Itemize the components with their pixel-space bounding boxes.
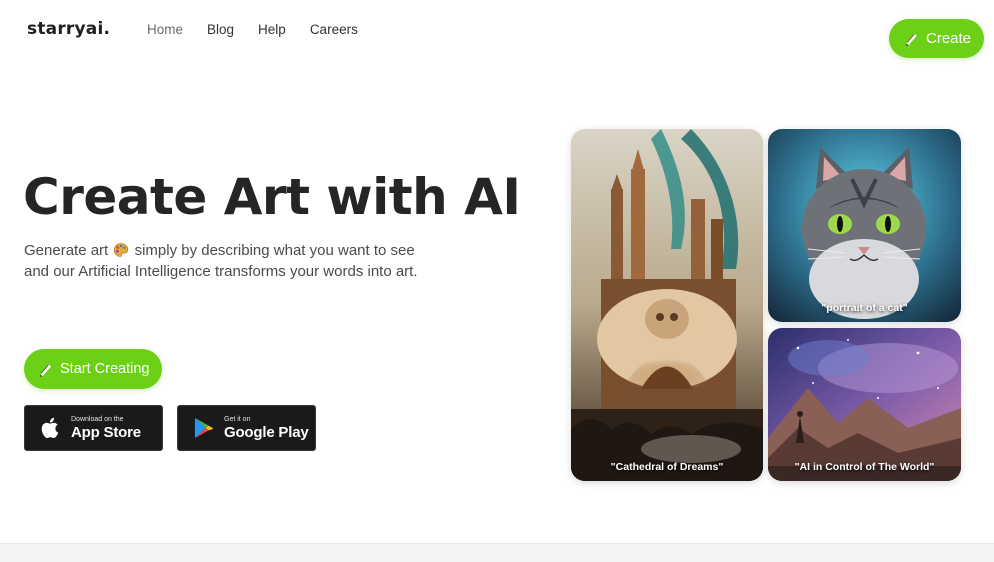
start-creating-button[interactable]: Start Creating [24, 349, 162, 389]
hero-title: Create Art with AI [23, 168, 521, 226]
app-store-small-label: Download on the [71, 415, 124, 423]
ai-control-caption: "AI in Control of The World" [794, 461, 935, 473]
hero-subtitle: Generate art simply by describing what y… [24, 240, 454, 282]
hero-subtitle-part1: Generate art [24, 242, 109, 259]
google-play-text: Get it on Google Play [224, 416, 309, 441]
header-create-label: Create [926, 30, 972, 47]
apple-icon [41, 417, 59, 439]
pencil-icon [905, 33, 918, 46]
nav-careers[interactable]: Careers [310, 22, 358, 37]
space-mountain-artwork [768, 328, 961, 481]
nav-blog[interactable]: Blog [207, 22, 234, 37]
nav-home[interactable]: Home [147, 22, 183, 37]
header-create-button[interactable]: Create [889, 19, 984, 58]
hero-subtitle-part2: simply by describing what you want to se… [134, 242, 415, 259]
cathedral-artwork [571, 129, 763, 481]
app-store-text: Download on the App Store [71, 416, 141, 441]
start-creating-label: Start Creating [60, 361, 150, 377]
app-store-label: App Store [71, 423, 141, 441]
nav-help[interactable]: Help [258, 22, 286, 37]
cat-artwork [768, 129, 961, 322]
cathedral-caption: "Cathedral of Dreams" [610, 461, 724, 473]
cat-caption: "portrait of a cat" [821, 302, 908, 314]
google-play-small-label: Get it on [224, 415, 251, 423]
google-play-badge[interactable]: Get it on Google Play [177, 405, 316, 451]
google-play-icon [194, 418, 213, 438]
hero-subtitle-line2: and our Artificial Intelligence transfor… [24, 263, 418, 280]
pencil-icon [39, 363, 52, 377]
gallery-image-cat[interactable]: "portrait of a cat" [768, 129, 961, 322]
gallery-image-ai-control[interactable]: "AI in Control of The World" [768, 328, 961, 481]
google-play-label: Google Play [224, 423, 309, 441]
starryai-logo[interactable]: starryai. [27, 19, 110, 39]
palette-icon [114, 243, 129, 257]
top-nav: Home Blog Help Careers [147, 22, 382, 37]
gallery-image-cathedral[interactable]: "Cathedral of Dreams" [571, 129, 763, 481]
app-store-badge[interactable]: Download on the App Store [24, 405, 163, 451]
section-divider [0, 543, 994, 562]
